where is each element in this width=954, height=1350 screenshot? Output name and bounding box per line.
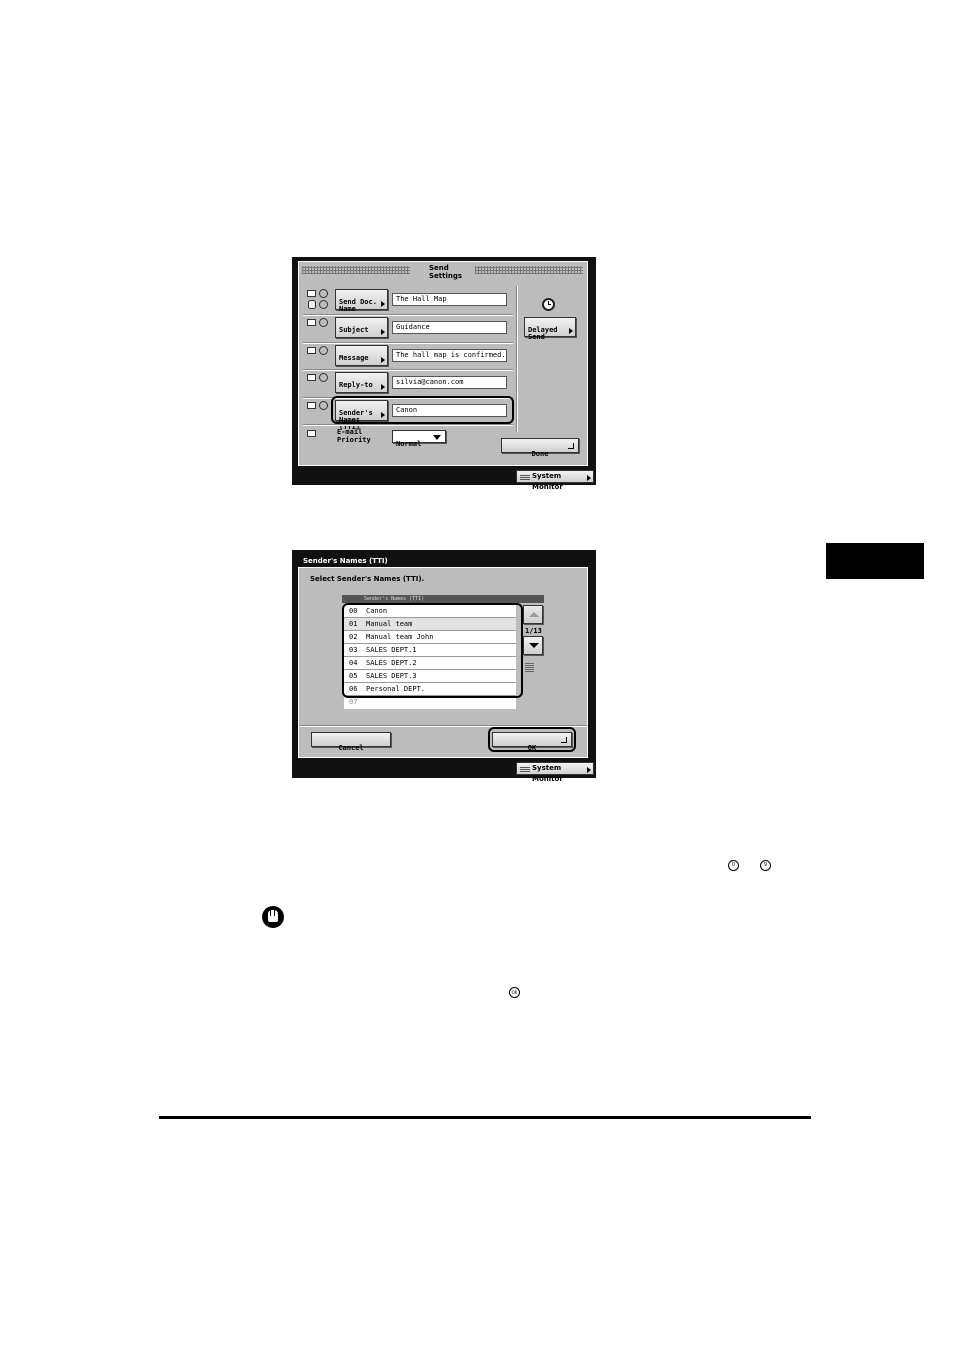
send-doc-name-field[interactable]: The Hall Map: [392, 293, 507, 306]
instruction-text: Select Sender's Names (TTI).: [310, 575, 425, 583]
system-monitor-icon: [520, 474, 530, 480]
dialog-title: Sender's Names (TTI): [303, 557, 388, 565]
reply-to-button[interactable]: Reply-to: [335, 372, 388, 393]
delayed-send-label: Delayed Send: [528, 326, 558, 341]
message-button[interactable]: Message: [335, 345, 388, 366]
file-server-icon: [319, 300, 328, 309]
row-divider: [303, 369, 513, 371]
ifax-icon: [319, 289, 328, 298]
senders-names-screen: Sender's Names (TTI) Select Sender's Nam…: [292, 550, 596, 783]
ifax-icon: [319, 373, 328, 382]
ok-highlight: [488, 727, 576, 752]
cancel-label: Cancel: [338, 744, 364, 752]
email-icon: [307, 374, 316, 381]
title-pattern-right: [475, 266, 583, 274]
ifax-icon: [319, 401, 328, 410]
message-label: Message: [339, 354, 369, 362]
system-monitor-label: System Monitor: [532, 472, 563, 491]
email-priority-label: E-mail Priority: [337, 428, 371, 444]
subject-button[interactable]: Subject: [335, 317, 388, 338]
done-button[interactable]: Done: [501, 438, 579, 458]
senders-names-panel: Select Sender's Names (TTI). Sender's Na…: [298, 567, 588, 758]
email-icon: [307, 347, 316, 354]
email-icon: [307, 290, 316, 297]
system-monitor-button[interactable]: System Monitor: [516, 470, 594, 491]
chevron-down-icon: [433, 435, 441, 440]
row-divider: [303, 424, 513, 426]
message-field[interactable]: The hall map is confirmed.: [392, 349, 507, 362]
list-highlight: [342, 603, 523, 698]
scroll-down-button[interactable]: [523, 636, 543, 655]
database-icon: [308, 300, 316, 309]
chevron-down-icon: [529, 643, 539, 648]
send-settings-title: Send Settings: [429, 264, 463, 280]
send-settings-panel: Send Settings Send Doc. Name The Hall Ma…: [298, 261, 588, 466]
clock-icon: [542, 298, 555, 311]
system-monitor-label: System Monitor: [532, 764, 563, 783]
done-label: Done: [531, 450, 549, 458]
important-hand-icon: [262, 906, 284, 928]
subject-label: Subject: [339, 326, 369, 334]
scroll-up-button[interactable]: [523, 605, 543, 624]
send-settings-screen: Send Settings Send Doc. Name The Hall Ma…: [292, 257, 596, 491]
system-monitor-button[interactable]: System Monitor: [516, 762, 594, 783]
reply-to-field[interactable]: silvia@canon.com: [392, 376, 507, 389]
enter-icon: [568, 443, 574, 449]
reply-to-label: Reply-to: [339, 381, 373, 389]
list-header-label: Sender's Names (TTI): [364, 596, 425, 602]
email-icon: [307, 430, 316, 437]
row-divider: [303, 314, 513, 316]
page-indicator: 1/13: [525, 627, 542, 635]
chevron-up-icon: [529, 612, 539, 617]
column-divider: [516, 286, 518, 432]
ok-key-icon: OK: [509, 987, 520, 998]
numeric-key-0-icon: 0: [728, 860, 739, 871]
delayed-send-button[interactable]: Delayed Send: [524, 317, 576, 341]
ifax-icon: [319, 318, 328, 327]
system-monitor-icon: [520, 766, 530, 772]
subject-field[interactable]: Guidance: [392, 321, 507, 334]
row-divider: [303, 342, 513, 344]
chapter-tab: [826, 543, 924, 579]
numeric-key-9-icon: 9: [760, 860, 771, 871]
email-priority-dropdown[interactable]: Normal: [392, 430, 446, 448]
email-priority-value: Normal: [396, 440, 422, 448]
senders-names-highlight: [331, 396, 514, 424]
email-icon: [307, 402, 316, 409]
ifax-icon: [319, 346, 328, 355]
cancel-button[interactable]: Cancel: [311, 732, 391, 752]
email-icon: [307, 319, 316, 326]
send-doc-name-label: Send Doc. Name: [339, 298, 377, 313]
title-pattern-left: [302, 266, 410, 274]
footer-rule: [159, 1116, 811, 1119]
send-doc-name-button[interactable]: Send Doc. Name: [335, 289, 388, 313]
detail-icon[interactable]: [525, 663, 534, 672]
list-header: Sender's Names (TTI): [342, 595, 544, 603]
